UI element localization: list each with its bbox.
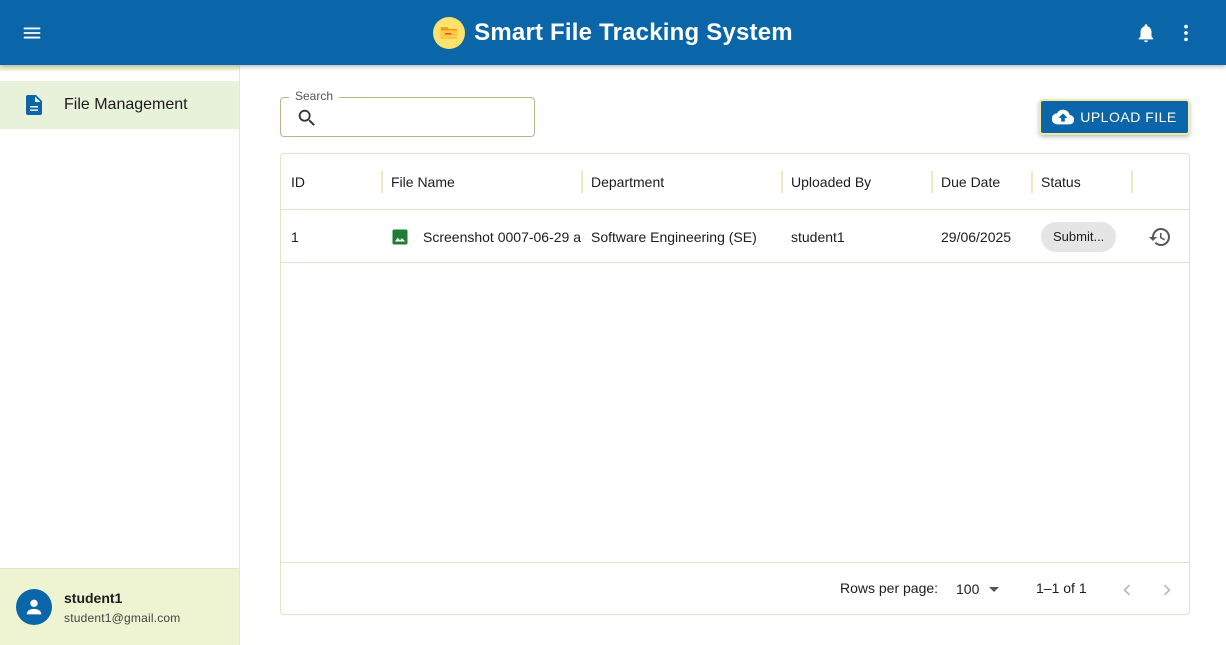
column-header-id[interactable]: ID <box>281 154 381 210</box>
app-bar: Smart File Tracking System <box>0 0 1226 65</box>
user-email: student1@gmail.com <box>64 610 181 625</box>
chevron-right-icon <box>1163 584 1171 596</box>
user-profile[interactable]: student1 student1@gmail.com <box>0 568 239 645</box>
next-page-button[interactable] <box>1152 575 1182 605</box>
avatar <box>16 589 52 625</box>
sidebar: File Management student1 student1@gmail.… <box>0 65 240 645</box>
previous-page-button[interactable] <box>1112 575 1142 605</box>
app-title: Smart File Tracking System <box>474 18 793 46</box>
user-info: student1 student1@gmail.com <box>64 590 181 625</box>
column-header-status[interactable]: Status <box>1031 154 1131 210</box>
bell-icon <box>1138 24 1154 43</box>
cell-due-date: 29/06/2025 <box>941 228 1012 245</box>
search-input[interactable] <box>327 104 527 130</box>
column-header-uploaded-by[interactable]: Uploaded By <box>781 154 931 210</box>
table-header: ID File Name Department Uploaded By Due … <box>281 154 1189 210</box>
person-icon <box>26 599 42 615</box>
sidebar-item-label: File Management <box>64 96 188 113</box>
folder-logo-icon <box>433 16 466 49</box>
status-badge: Submit... <box>1041 221 1117 252</box>
column-separator[interactable] <box>1131 171 1133 193</box>
column-header-department[interactable]: Department <box>581 154 781 210</box>
history-button[interactable] <box>1145 222 1175 252</box>
table-footer: Rows per page: 100 1–1 of 1 <box>281 562 1189 614</box>
cell-department: Software Engineering (SE) <box>591 228 757 245</box>
notifications-button[interactable] <box>1126 13 1166 53</box>
rows-per-page-value: 100 <box>956 581 980 597</box>
sidebar-item-file-management[interactable]: File Management <box>0 81 239 129</box>
menu-icon <box>23 27 41 39</box>
search-label: Search <box>289 89 340 103</box>
app-title-group: Smart File Tracking System <box>0 0 1226 65</box>
cell-status: Submit... <box>1031 210 1131 263</box>
upload-file-button[interactable]: UPLOAD FILE <box>1039 99 1190 135</box>
column-header-file-name[interactable]: File Name <box>381 154 581 210</box>
chevron-left-icon <box>1123 584 1131 596</box>
menu-button[interactable] <box>12 13 52 53</box>
rows-per-page-label: Rows per page: <box>840 580 939 596</box>
table-row[interactable]: 1 Screenshot 0007-06-29 a Software Engin… <box>281 210 1189 263</box>
upload-button-label: UPLOAD FILE <box>1080 109 1177 125</box>
cell-file-name[interactable]: Screenshot 0007-06-29 a <box>381 210 581 263</box>
pagination-range: 1–1 of 1 <box>1036 580 1087 596</box>
description-icon <box>26 95 42 115</box>
rows-per-page-select[interactable]: 100 <box>956 577 1000 601</box>
file-name-text: Screenshot 0007-06-29 a <box>423 228 581 245</box>
image-icon <box>392 229 408 244</box>
cloud-upload-icon <box>1052 109 1075 125</box>
files-table: ID File Name Department Uploaded By Due … <box>280 153 1190 615</box>
search-field: Search <box>280 89 535 137</box>
more-vert-icon <box>1184 24 1188 42</box>
cell-uploaded-by: student1 <box>791 228 845 245</box>
user-name: student1 <box>64 589 123 606</box>
cell-id: 1 <box>291 228 299 245</box>
search-icon <box>298 109 315 126</box>
column-header-due-date[interactable]: Due Date <box>931 154 1031 210</box>
history-icon <box>1149 228 1170 246</box>
caret-down-icon <box>989 586 1000 592</box>
more-options-button[interactable] <box>1166 13 1206 53</box>
sidebar-top-strip <box>0 65 239 71</box>
